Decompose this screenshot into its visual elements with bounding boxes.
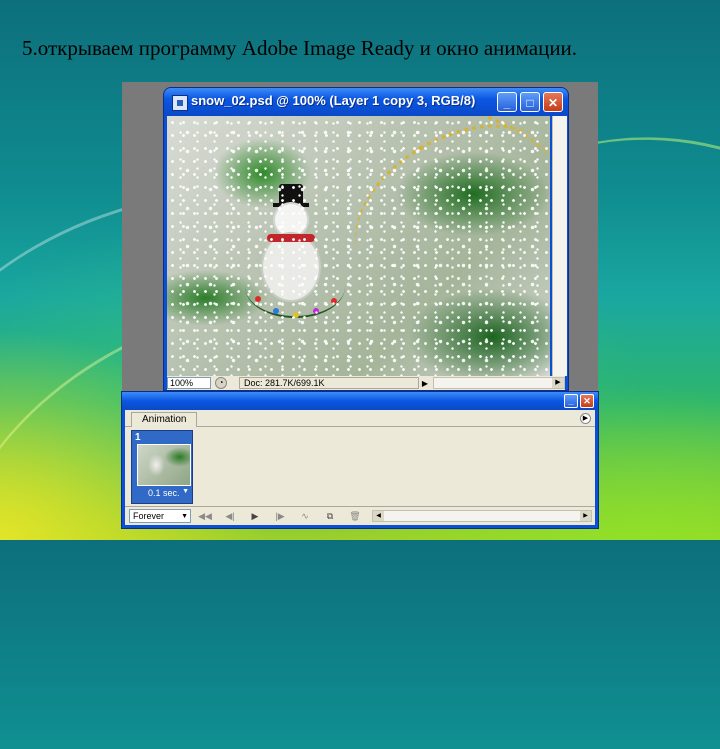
loop-options-select[interactable]: Forever ▼ <box>129 509 191 523</box>
palette-close-button[interactable]: ✕ <box>580 394 594 408</box>
chevron-down-icon[interactable]: ▼ <box>182 488 189 495</box>
frame-strip: 1 0.1 sec. ▼ <box>125 427 595 505</box>
zoom-field[interactable]: 100% <box>167 377 211 389</box>
scroll-left-icon[interactable]: ◀ <box>373 511 384 521</box>
document-icon <box>172 95 188 111</box>
image-window-titlebar[interactable]: snow_02.psd @ 100% (Layer 1 copy 3, RGB/… <box>164 88 568 116</box>
status-menu-arrow-icon[interactable]: ▶ <box>419 379 431 388</box>
palette-minimize-button[interactable]: _ <box>564 394 578 408</box>
close-button[interactable]: ✕ <box>543 92 563 112</box>
scroll-right-icon[interactable]: ▶ <box>552 378 564 388</box>
frame-thumbnail <box>137 444 191 486</box>
horizontal-scrollbar[interactable]: ▶ <box>433 377 565 389</box>
animation-palette-body: Animation ▶ 1 0.1 sec. ▼ Forever ▼ ◀◀ ◀|… <box>125 410 595 525</box>
duplicate-frame-button[interactable]: ⧉ <box>319 509 341 523</box>
previous-frame-button[interactable]: ◀| <box>219 509 241 523</box>
frame-number: 1 <box>135 432 141 443</box>
tween-button[interactable]: ∿ <box>294 509 316 523</box>
slide-title: 5.открываем программу Adobe Image Ready … <box>22 36 578 60</box>
image-status-bar: 100% ◔ Doc: 281.7K/699.1K ▶ ▶ <box>167 376 565 390</box>
animation-palette-titlebar[interactable]: _ ✕ <box>122 392 598 410</box>
falling-snow <box>167 116 550 376</box>
maximize-button[interactable]: □ <box>520 92 540 112</box>
animation-frame[interactable]: 1 0.1 sec. ▼ <box>131 430 193 504</box>
chevron-down-icon: ▼ <box>181 513 188 520</box>
animation-toolbar: Forever ▼ ◀◀ ◀| ▶ |▶ ∿ ⧉ 🗑 ◀ ▶ <box>125 506 595 525</box>
loop-option-value: Forever <box>133 511 165 521</box>
first-frame-button[interactable]: ◀◀ <box>194 509 216 523</box>
play-button[interactable]: ▶ <box>244 509 266 523</box>
scroll-right-icon[interactable]: ▶ <box>580 511 591 521</box>
palette-menu-icon[interactable]: ▶ <box>580 413 591 424</box>
image-window-title: snow_02.psd @ 100% (Layer 1 copy 3, RGB/… <box>191 93 476 108</box>
status-icon[interactable]: ◔ <box>215 377 227 389</box>
palette-tab-row: Animation ▶ <box>125 410 595 427</box>
delete-frame-button[interactable]: 🗑 <box>344 509 366 523</box>
frame-delay[interactable]: 0.1 sec. <box>148 488 180 498</box>
animation-palette: _ ✕ Animation ▶ 1 0.1 sec. ▼ Forever ▼ ◀… <box>122 392 598 528</box>
frames-scrollbar[interactable]: ◀ ▶ <box>372 510 592 522</box>
image-document-window: snow_02.psd @ 100% (Layer 1 copy 3, RGB/… <box>164 88 568 390</box>
screenshot-panel: snow_02.psd @ 100% (Layer 1 copy 3, RGB/… <box>122 82 598 528</box>
tab-animation[interactable]: Animation <box>131 412 198 427</box>
doc-info-field: Doc: 281.7K/699.1K <box>239 377 419 389</box>
next-frame-button[interactable]: |▶ <box>269 509 291 523</box>
image-canvas[interactable] <box>167 116 550 376</box>
minimize-button[interactable]: _ <box>497 92 517 112</box>
vertical-scrollbar[interactable] <box>552 116 567 376</box>
